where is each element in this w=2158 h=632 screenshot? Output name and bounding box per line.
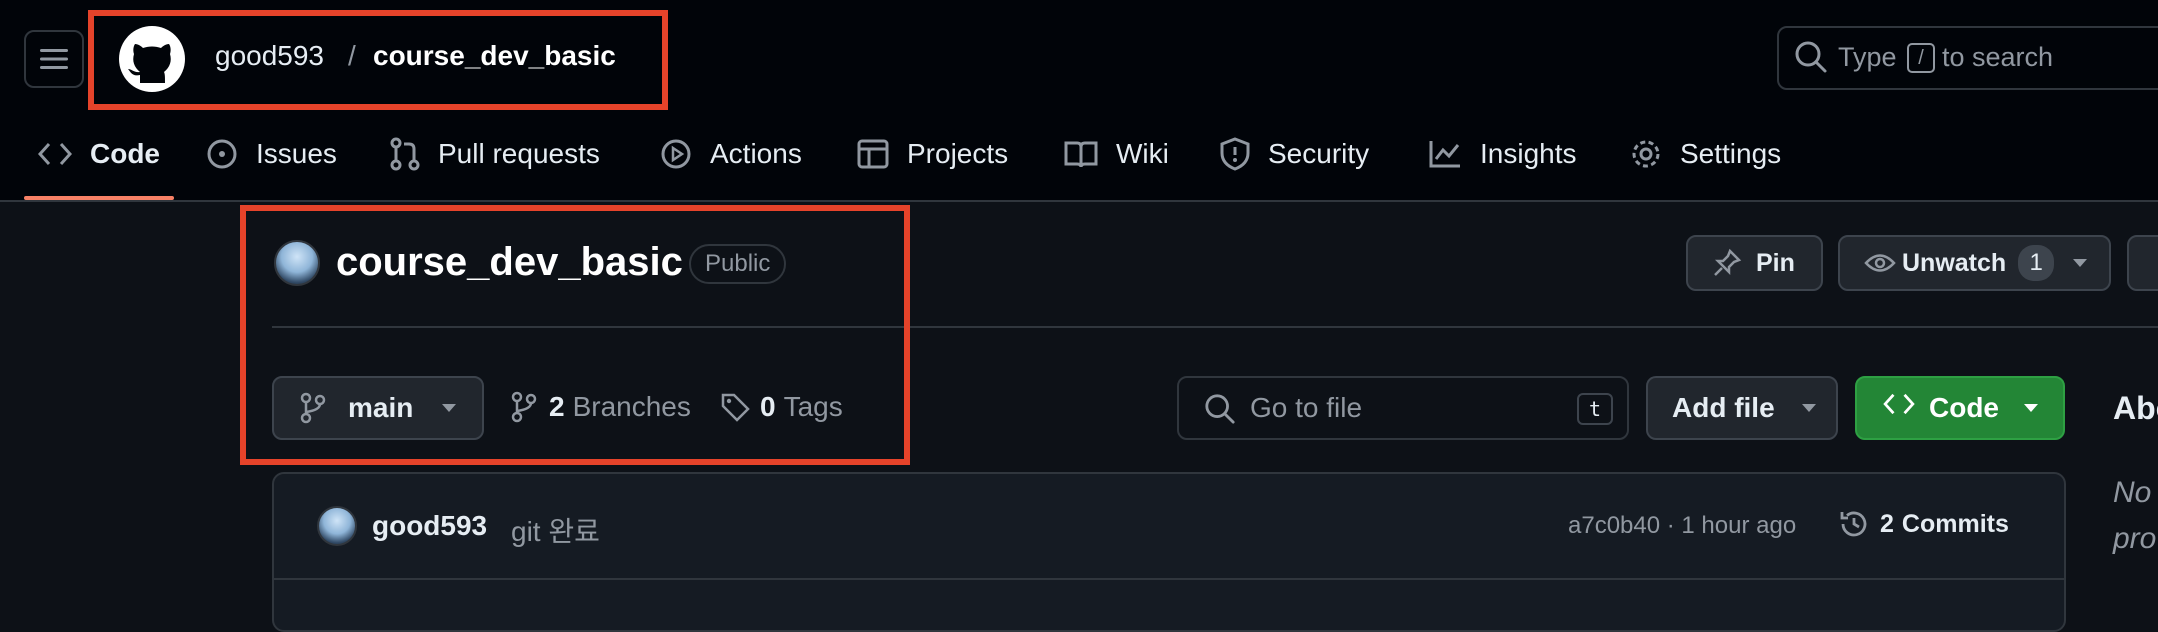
tab-code[interactable]: Code (38, 132, 160, 176)
tab-security-label: Security (1268, 138, 1370, 169)
gear-icon (1632, 140, 1660, 168)
tab-pull-requests-label: Pull requests (438, 138, 600, 169)
add-file-button[interactable]: Add file (1646, 376, 1838, 440)
chevron-down-icon (2024, 404, 2038, 412)
search-placeholder-prefix: Type (1838, 42, 1897, 72)
commit-sha-time[interactable]: a7c0b40 · 1 hour ago (1568, 512, 1796, 540)
file-browser (272, 472, 2066, 632)
tab-issues[interactable]: Issues (206, 132, 337, 176)
unwatch-button[interactable]: Unwatch 1 (1838, 235, 2111, 291)
menu-button[interactable] (24, 30, 84, 88)
commit-message[interactable]: git 완료 (511, 510, 600, 550)
code-button-label: Code (1929, 392, 1999, 423)
tab-actions[interactable]: Actions (660, 132, 802, 176)
search-shortcut-key: / (1907, 43, 1935, 73)
book-icon (1064, 141, 1098, 168)
about-description-line: pro (2113, 522, 2157, 555)
eye-icon (1864, 254, 1896, 272)
go-to-file-placeholder: Go to file (1250, 392, 1363, 423)
active-tab-indicator (24, 196, 174, 200)
commit-author[interactable]: good593 (372, 510, 487, 542)
shield-icon (1220, 137, 1250, 171)
commits-label: Commits (1901, 509, 2009, 538)
pin-label: Pin (1756, 248, 1795, 277)
annotation-box-repo (240, 205, 910, 465)
issue-icon (207, 139, 237, 169)
about-description-line: No (2113, 476, 2152, 509)
pin-icon (1714, 248, 1742, 276)
commit-row-divider (274, 578, 2064, 580)
chevron-down-icon (1801, 404, 1816, 412)
tab-insights[interactable]: Insights (1428, 132, 1577, 176)
tab-code-label: Code (90, 138, 160, 169)
code-button[interactable]: Code (1855, 376, 2065, 440)
about-description: No pro (2113, 470, 2156, 562)
search-placeholder-suffix: to search (1942, 42, 2054, 72)
tab-wiki[interactable]: Wiki (1064, 132, 1169, 176)
add-file-label: Add file (1672, 392, 1775, 423)
chevron-down-icon (2073, 259, 2088, 267)
annotation-box-header (88, 10, 668, 110)
code-icon (1883, 393, 1915, 415)
tab-projects[interactable]: Projects (857, 132, 1008, 176)
about-heading: Abo (2113, 390, 2158, 426)
code-icon (38, 142, 72, 166)
fork-button[interactable] (2127, 235, 2158, 291)
tab-insights-label: Insights (1480, 138, 1577, 169)
go-to-file-input[interactable] (1177, 376, 1629, 440)
tab-wiki-label: Wiki (1116, 138, 1169, 169)
tab-security[interactable]: Security (1220, 132, 1369, 176)
play-icon (661, 139, 691, 169)
pin-button[interactable]: Pin (1686, 235, 1823, 291)
tab-settings-label: Settings (1680, 138, 1782, 169)
search-icon (1795, 41, 1827, 73)
history-icon (1840, 511, 1867, 537)
unwatch-label: Unwatch (1902, 248, 2007, 277)
commit-author-avatar[interactable] (317, 506, 357, 546)
tab-pull-requests[interactable]: Pull requests (390, 132, 600, 176)
tab-settings[interactable]: Settings (1630, 132, 1781, 176)
watch-count: 1 (2018, 245, 2055, 281)
commits-count: 2 (1880, 509, 1894, 538)
pull-request-icon (390, 137, 420, 171)
graph-icon (1429, 141, 1460, 168)
commits-history-link[interactable]: 2 Commits (1838, 508, 2009, 540)
tab-projects-label: Projects (907, 138, 1009, 169)
table-icon (857, 139, 889, 169)
search-icon (1205, 394, 1235, 424)
go-to-file-shortcut: t (1577, 393, 1613, 425)
hamburger-icon (40, 49, 68, 69)
tab-actions-label: Actions (710, 138, 802, 169)
tab-issues-label: Issues (256, 138, 337, 169)
